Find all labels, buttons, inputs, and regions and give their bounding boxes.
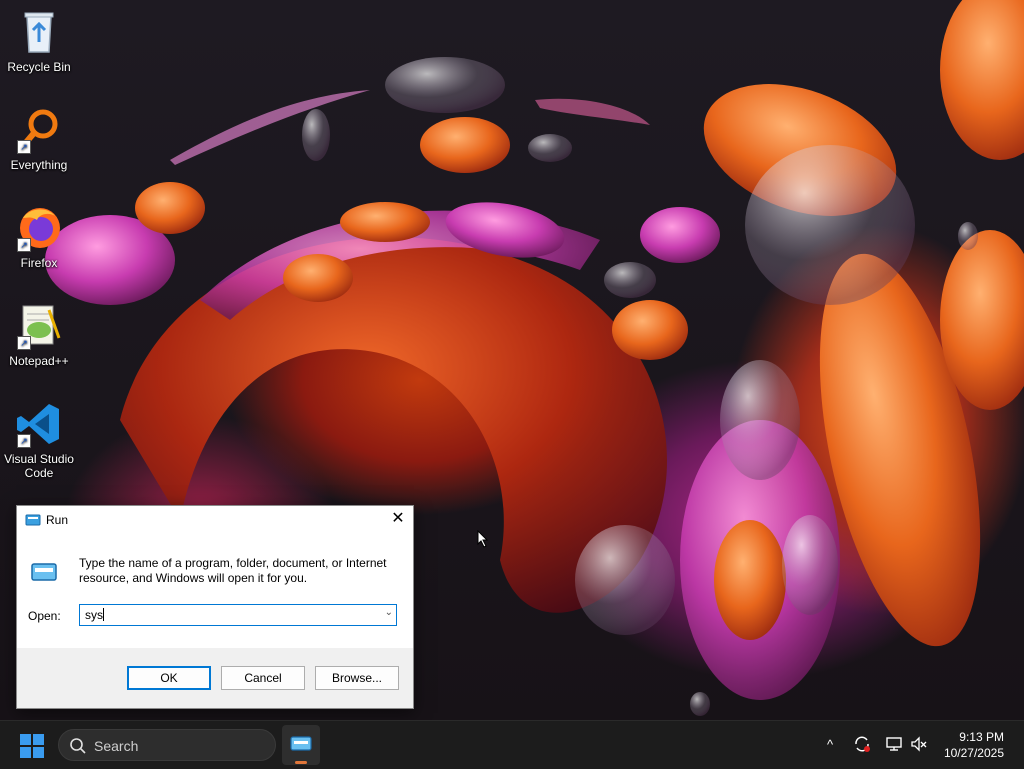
desktop-icon-notepad-plus-plus[interactable]: ↗ Notepad++ — [1, 302, 77, 368]
everything-search-icon: ↗ — [15, 106, 63, 154]
cancel-button[interactable]: Cancel — [221, 666, 305, 690]
run-dialog: Run ✕ Type the name of a program, folder… — [16, 505, 414, 709]
run-dialog-body: Type the name of a program, folder, docu… — [17, 534, 413, 648]
desktop-icon-firefox[interactable]: ↗ Firefox — [1, 204, 77, 270]
taskbar: Search ^ 9:13 PM 10/27/2025 — [0, 720, 1024, 769]
desktop-icon-vscode[interactable]: ↗ Visual Studio Code — [1, 400, 77, 480]
network-icon[interactable] — [884, 735, 904, 755]
close-button[interactable]: ✕ — [383, 506, 413, 534]
windows-logo-icon — [20, 734, 31, 745]
run-app-icon — [25, 513, 41, 527]
open-input-value: sys — [85, 608, 104, 622]
vscode-icon: ↗ — [15, 400, 63, 448]
taskbar-search[interactable]: Search — [58, 729, 276, 761]
desktop-icon-recycle-bin[interactable]: Recycle Bin — [1, 8, 77, 74]
shortcut-arrow-icon: ↗ — [17, 336, 31, 350]
shortcut-arrow-icon: ↗ — [17, 238, 31, 252]
clock-time: 9:13 PM — [959, 730, 1004, 744]
desktop-icon-label: Recycle Bin — [7, 60, 71, 74]
run-description: Type the name of a program, folder, docu… — [79, 556, 387, 585]
clock-date: 10/27/2025 — [943, 746, 1004, 760]
close-icon: ✕ — [391, 510, 405, 527]
tray-overflow-button[interactable]: ^ — [820, 735, 840, 755]
run-dialog-title: Run — [46, 513, 69, 527]
update-status-icon[interactable] — [852, 735, 872, 755]
run-titlebar[interactable]: Run ✕ — [17, 506, 413, 534]
run-app-icon — [290, 736, 312, 751]
taskbar-clock[interactable]: 9:13 PM 10/27/2025 — [944, 729, 1004, 761]
ok-button[interactable]: OK — [127, 666, 211, 690]
firefox-icon: ↗ — [15, 204, 63, 252]
running-indicator — [295, 761, 307, 764]
search-icon — [69, 737, 87, 755]
open-label: Open: — [28, 609, 61, 623]
taskbar-run-app[interactable] — [282, 725, 320, 765]
search-placeholder: Search — [94, 738, 139, 754]
shortcut-arrow-icon: ↗ — [17, 140, 31, 154]
desktop-icon-everything[interactable]: ↗ Everything — [1, 106, 77, 172]
run-program-icon — [29, 560, 59, 586]
open-input[interactable]: sys ⌄ — [79, 604, 397, 626]
desktop-icon-label: Notepad++ — [9, 354, 69, 368]
browse-button[interactable]: Browse... — [315, 666, 399, 690]
desktop-icon-label: Visual Studio Code — [4, 452, 74, 480]
desktop-icon-label: Firefox — [20, 256, 58, 270]
volume-muted-icon[interactable] — [909, 735, 929, 755]
start-button[interactable] — [20, 734, 44, 758]
recycle-bin-icon — [15, 8, 63, 56]
desktop-icon-label: Everything — [10, 158, 68, 172]
notepad-plus-plus-icon: ↗ — [15, 302, 63, 350]
shortcut-arrow-icon: ↗ — [17, 434, 31, 448]
chevron-down-icon[interactable]: ⌄ — [385, 607, 393, 618]
chevron-up-icon: ^ — [826, 737, 834, 752]
